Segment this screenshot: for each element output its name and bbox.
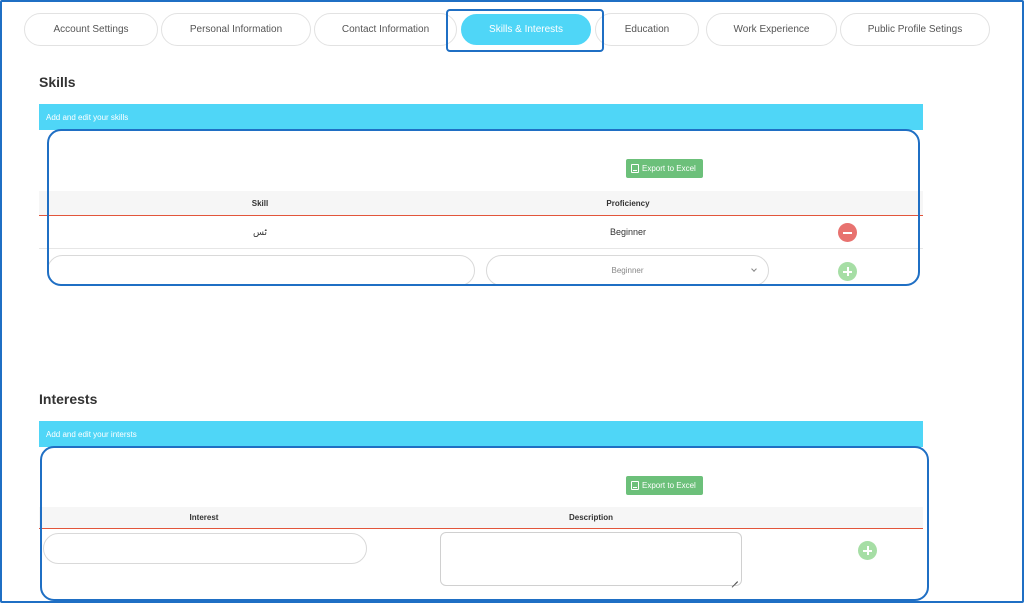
interests-heading: Interests [39,391,98,407]
interests-bar: Add and edit your intersts [39,421,923,447]
tab-account-settings[interactable]: Account Settings [24,13,158,46]
skills-bar-text: Add and edit your skills [46,112,129,122]
skills-bar: Add and edit your skills [39,104,923,130]
active-tab-highlight [446,9,604,52]
interests-panel-outline [40,446,929,601]
tab-personal-information[interactable]: Personal Information [161,13,311,46]
skills-heading: Skills [39,74,76,90]
tab-education[interactable]: Education [595,13,699,46]
skills-panel-outline [47,129,920,286]
tab-public-profile-settings[interactable]: Public Profile Setings [840,13,990,46]
interests-bar-text: Add and edit your intersts [46,429,137,439]
tab-contact-information[interactable]: Contact Information [314,13,457,46]
tab-work-experience[interactable]: Work Experience [706,13,837,46]
